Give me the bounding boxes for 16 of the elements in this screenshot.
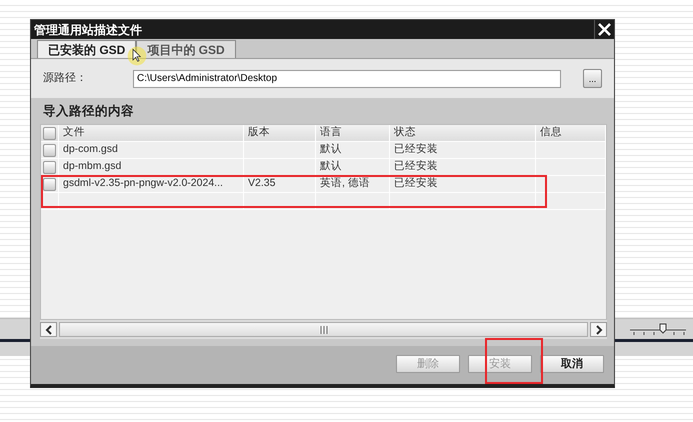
table-cell: 已经安装 [390, 159, 536, 176]
dialog-button[interactable]: 取消 [540, 355, 604, 373]
column-header: 版本 [244, 125, 316, 142]
source-path-field[interactable]: C:\Users\Administrator\Desktop [133, 70, 561, 88]
table-cell: 默认 [316, 159, 390, 176]
column-header: 语言 [316, 125, 390, 142]
source-path-label: 源路径： [43, 71, 88, 86]
column-header: 文件 [59, 125, 244, 142]
browse-button[interactable]: ... [583, 69, 602, 88]
section-title: 导入路径的内容 [43, 104, 134, 118]
column-header: 状态 [390, 125, 536, 142]
tab[interactable]: 已安装的 GSD [37, 40, 136, 58]
column-header: 信息 [536, 125, 606, 142]
tab[interactable]: 项目中的 GSD [136, 40, 236, 58]
window-title: 管理通用站描述文件 [34, 22, 142, 38]
table-cell: dp-mbm.gsd [59, 159, 244, 176]
